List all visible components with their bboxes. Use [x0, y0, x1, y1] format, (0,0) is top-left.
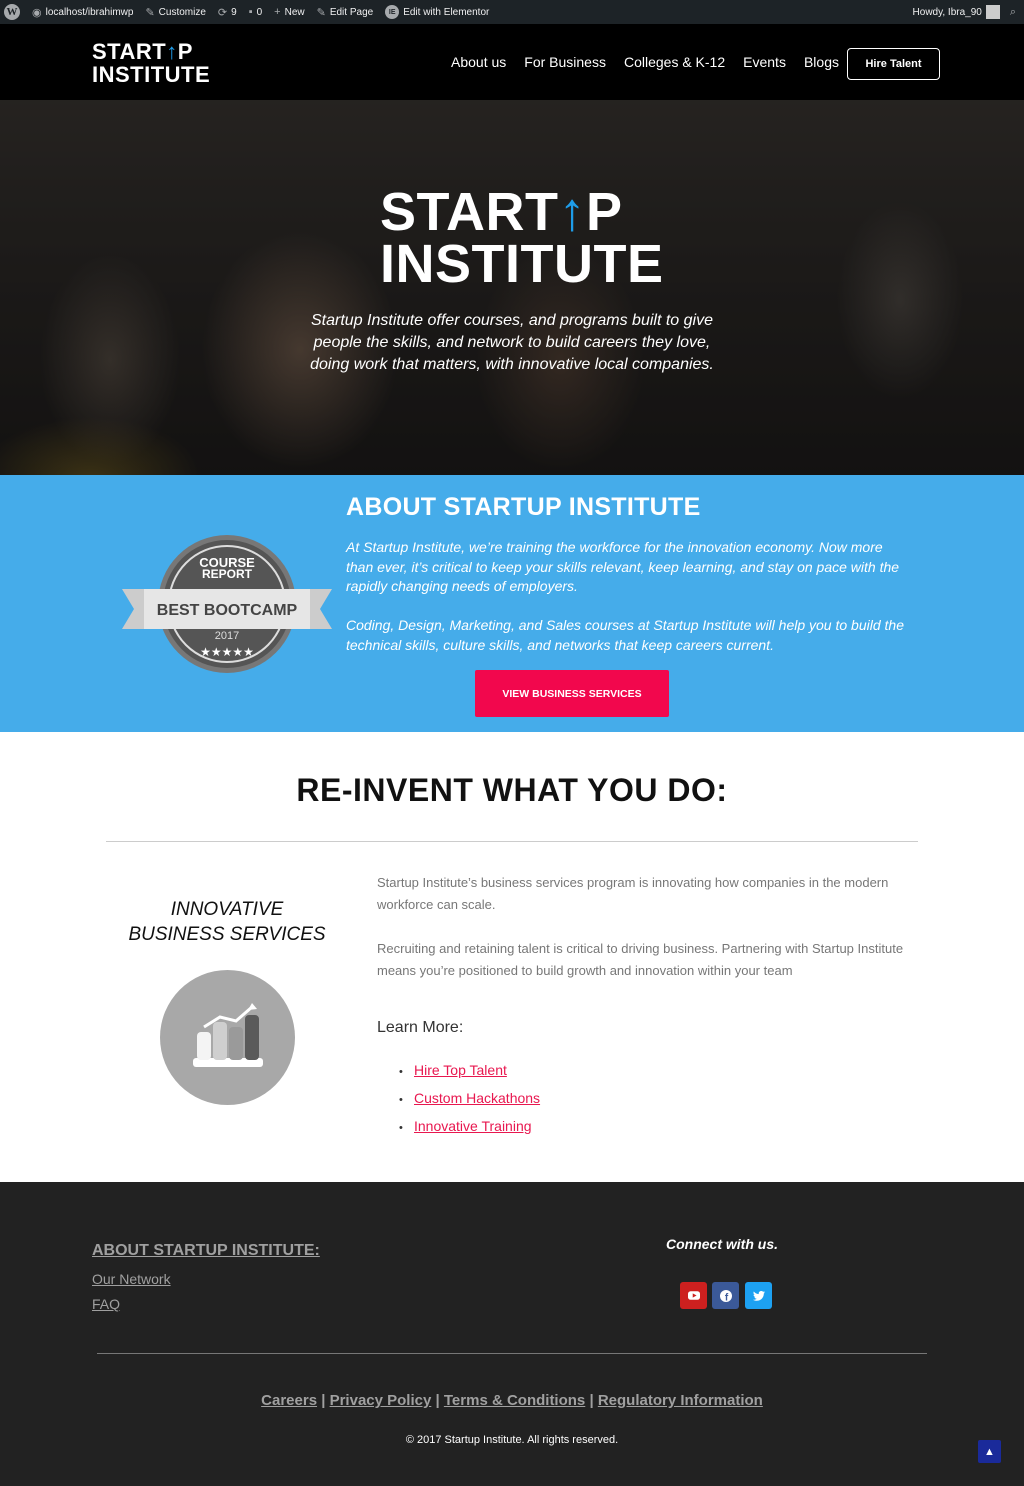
wordpress-icon[interactable]: W [4, 4, 20, 20]
nav-item-for-business[interactable]: For Business [524, 54, 606, 70]
terms-conditions-link[interactable]: Terms & Conditions [444, 1392, 585, 1409]
admin-elementor-link[interactable]: IE Edit with Elementor [379, 0, 495, 24]
view-business-services-button[interactable]: VIEW BUSINESS SERVICES [475, 670, 669, 717]
admin-new-link[interactable]: + New [268, 0, 310, 24]
bullet-icon: • [399, 1122, 403, 1134]
site-logo[interactable]: START↑P INSTITUTE [92, 40, 210, 86]
list-item: • Innovative Training [399, 1113, 540, 1141]
refresh-icon: ⟳ [217, 6, 228, 19]
logo-text-institute: INSTITUTE [92, 62, 211, 87]
admin-updates-count: 9 [231, 6, 237, 18]
about-paragraph-1: At Startup Institute, we’re training the… [346, 539, 900, 594]
logo-text-start: START [92, 39, 167, 64]
nav-item-events[interactable]: Events [743, 54, 786, 70]
hero-section: START↑P INSTITUTE Startup Institute offe… [0, 100, 1024, 475]
divider [106, 841, 918, 842]
badge-report-text: REPORT [202, 567, 253, 581]
admin-new-label: New [284, 6, 305, 18]
bullet-icon: • [399, 1066, 403, 1078]
list-item: • Hire Top Talent [399, 1057, 540, 1085]
footer-legal-links: Careers | Privacy Policy | Terms & Condi… [0, 1392, 1024, 1409]
admin-edit-page-link[interactable]: ✎ Edit Page [311, 0, 380, 24]
services-paragraph-2: Recruiting and retaining talent is criti… [377, 941, 904, 978]
admin-edit-page-label: Edit Page [329, 6, 374, 18]
hero-logo-start: START [380, 182, 559, 242]
comment-icon: ▪ [248, 6, 253, 18]
admin-bar: W ◉ localhost/ibrahimwp ✎ Customize ⟳ 9 … [0, 0, 1024, 24]
footer-faq-link[interactable]: FAQ [92, 1296, 120, 1312]
avatar[interactable] [985, 5, 1000, 19]
hire-top-talent-link[interactable]: Hire Top Talent [414, 1062, 507, 1078]
footer-divider [97, 1353, 927, 1354]
badge-ribbon-text: BEST BOOTCAMP [157, 602, 298, 619]
privacy-policy-link[interactable]: Privacy Policy [330, 1392, 432, 1409]
reinvent-title: RE-INVENT WHAT YOU DO: [296, 772, 728, 808]
admin-customize-label: Customize [158, 6, 206, 18]
link-separator: | [589, 1392, 594, 1409]
badge-year-text: 2017 [215, 630, 239, 642]
bullet-icon: • [399, 1094, 403, 1106]
elementor-icon: IE [385, 5, 400, 19]
innovative-training-link[interactable]: Innovative Training [414, 1118, 532, 1134]
admin-customize-link[interactable]: ✎ Customize [139, 0, 211, 24]
innovative-title-line1: INNOVATIVE [170, 899, 284, 920]
youtube-icon[interactable] [680, 1282, 707, 1309]
logo-text-p: P [177, 39, 193, 64]
chevron-up-icon: ▲ [984, 1445, 995, 1458]
brush-icon: ✎ [145, 6, 155, 19]
custom-hackathons-link[interactable]: Custom Hackathons [414, 1090, 540, 1106]
list-item: • Custom Hackathons [399, 1085, 540, 1113]
admin-comments-link[interactable]: ▪ 0 [243, 0, 268, 24]
learn-more-list: • Hire Top Talent • Custom Hackathons • Inn… [399, 1057, 540, 1141]
hero-logo-p: P [585, 182, 623, 242]
admin-elementor-label: Edit with Elementor [403, 6, 490, 18]
link-separator: | [435, 1392, 440, 1409]
about-title: ABOUT STARTUP INSTITUTE [346, 493, 701, 521]
innovative-title-line2: BUSINESS SERVICES [128, 924, 326, 945]
link-separator: | [321, 1392, 326, 1409]
search-icon[interactable]: ⌕ [1010, 6, 1016, 19]
nav-item-about-us[interactable]: About us [451, 54, 506, 70]
twitter-icon[interactable] [745, 1282, 772, 1309]
innovative-services-title: INNOVATIVE BUSINESS SERVICES [117, 897, 337, 947]
admin-updates-link[interactable]: ⟳ 9 [212, 0, 243, 24]
pencil-icon: ✎ [316, 6, 326, 19]
admin-site-link[interactable]: ◉ localhost/ibrahimwp [26, 0, 139, 24]
regulatory-information-link[interactable]: Regulatory Information [598, 1392, 763, 1409]
admin-comments-count: 0 [256, 6, 263, 18]
site-header: START↑P INSTITUTE About us For Business … [0, 24, 1024, 100]
copyright-text: © 2017 Startup Institute. All rights res… [405, 1434, 619, 1446]
learn-more-heading: Learn More: [377, 1019, 464, 1036]
admin-greeting[interactable]: Howdy, Ibra_90 [913, 7, 982, 18]
scroll-to-top-button[interactable]: ▲ [978, 1440, 1001, 1463]
site-footer: ABOUT STARTUP INSTITUTE: Our Network FAQ… [0, 1182, 1024, 1486]
footer-network-link[interactable]: Our Network [92, 1271, 171, 1287]
facebook-icon[interactable]: f [712, 1282, 739, 1309]
plus-icon: + [274, 6, 281, 18]
connect-heading: Connect with us. [666, 1236, 778, 1252]
hero-logo: START↑P INSTITUTE [380, 185, 664, 294]
up-arrow-icon: ↑ [558, 182, 586, 242]
best-bootcamp-badge: COURSE REPORT BEST BOOTCAMP 2017 ★★★★★ [122, 535, 332, 673]
nav-item-colleges[interactable]: Colleges & K-12 [624, 54, 725, 70]
nav-item-blogs[interactable]: Blogs [804, 54, 839, 70]
up-arrow-icon: ↑ [166, 39, 178, 64]
careers-link[interactable]: Careers [261, 1392, 317, 1409]
badge-stars-icon: ★★★★★ [200, 645, 254, 659]
hero-logo-institute: INSTITUTE [380, 234, 664, 294]
bar-chart-icon [160, 970, 295, 1105]
main-nav: About us For Business Colleges & K-12 Ev… [451, 54, 839, 70]
about-paragraph-2: Coding, Design, Marketing, and Sales cou… [346, 617, 904, 653]
admin-site-label: localhost/ibrahimwp [45, 6, 134, 18]
footer-about-link[interactable]: ABOUT STARTUP INSTITUTE: [92, 1242, 320, 1260]
hero-tagline: Startup Institute offer courses, and pro… [310, 312, 714, 373]
about-section: COURSE REPORT BEST BOOTCAMP 2017 ★★★★★ A… [0, 475, 1024, 732]
services-paragraph-1: Startup Institute’s business services pr… [377, 875, 889, 912]
hire-talent-button[interactable]: Hire Talent [847, 48, 940, 80]
dashboard-icon: ◉ [32, 6, 42, 19]
